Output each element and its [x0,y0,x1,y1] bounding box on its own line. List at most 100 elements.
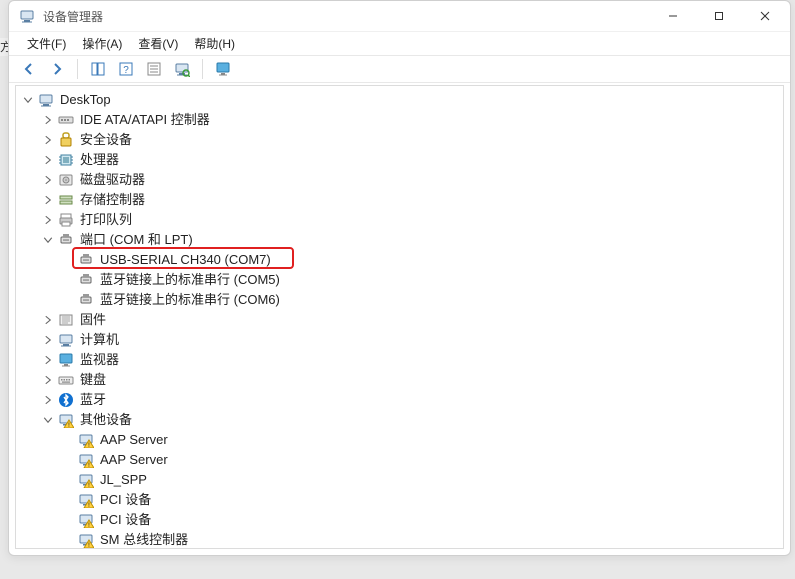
tree-item-label: 蓝牙 [80,390,114,410]
monitor-icon [58,352,74,368]
tree-item-label: DeskTop [60,90,119,110]
expand-toggle[interactable] [40,212,56,228]
toolbar-details-button[interactable] [142,58,166,80]
toolbar-show-hide-tree-button[interactable] [86,58,110,80]
tree-item-label: PCI 设备 [100,510,159,530]
firmware-icon [58,312,74,328]
tree-item-label: 打印队列 [80,210,140,230]
expand-toggle[interactable] [40,372,56,388]
port-icon [78,252,94,268]
tree-item-label: 安全设备 [80,130,140,150]
keyboard-icon [58,372,74,388]
tree-item[interactable]: DeskTop [16,90,783,110]
expand-toggle[interactable] [40,152,56,168]
tree-item-label: 磁盘驱动器 [80,170,153,190]
tree-item[interactable]: JL_SPP [16,470,783,490]
toolbar-scan-button[interactable] [170,58,194,80]
expand-toggle[interactable] [40,132,56,148]
expand-toggle[interactable] [40,112,56,128]
toolbar-separator [202,59,203,79]
tree-item[interactable]: PCI 设备 [16,490,783,510]
tree-item-label: 其他设备 [80,410,140,430]
tree-item[interactable]: 安全设备 [16,130,783,150]
expand-toggle[interactable] [40,232,56,248]
tree-item-label: AAP Server [100,430,176,450]
titlebar[interactable]: 设备管理器 [9,1,790,31]
menu-view[interactable]: 查看(V) [130,33,186,54]
tree-item[interactable]: 蓝牙链接上的标准串行 (COM6) [16,290,783,310]
tree-item-label: 蓝牙链接上的标准串行 (COM6) [100,290,288,310]
warn-icon [58,412,74,428]
ide-icon [58,112,74,128]
expand-toggle[interactable] [40,192,56,208]
tree-item[interactable]: 键盘 [16,370,783,390]
tree-item[interactable]: PCI 设备 [16,510,783,530]
toolbar-help-button[interactable]: ? [114,58,138,80]
tree-item[interactable]: AAP Server [16,450,783,470]
expand-toggle[interactable] [40,172,56,188]
expand-toggle[interactable] [20,92,36,108]
port-icon [78,292,94,308]
menu-help[interactable]: 帮助(H) [186,33,243,54]
device-manager-window: 设备管理器 文件(F) 操作(A) 查看(V) 帮助(H) ? DeskTop … [8,0,791,556]
app-icon [19,8,35,24]
tree-item-label: 固件 [80,310,114,330]
tree-item-label: USB-SERIAL CH340 (COM7) [100,250,279,270]
expand-toggle[interactable] [40,412,56,428]
close-button[interactable] [742,1,788,31]
tree-item-label: IDE ATA/ATAPI 控制器 [80,110,218,130]
storage-icon [58,192,74,208]
menu-action[interactable]: 操作(A) [74,33,130,54]
tree-item[interactable]: 打印队列 [16,210,783,230]
tree-item-label: 处理器 [80,150,127,170]
tree-item[interactable]: 处理器 [16,150,783,170]
taskbar-fragment [338,566,398,576]
warn-icon [78,432,94,448]
tree-item[interactable]: IDE ATA/ATAPI 控制器 [16,110,783,130]
computer-icon [58,332,74,348]
bluetooth-icon [58,392,74,408]
menu-file[interactable]: 文件(F) [19,33,74,54]
port-icon [78,272,94,288]
tree-item-label: 计算机 [80,330,127,350]
cpu-icon [58,152,74,168]
tree-item[interactable]: 存储控制器 [16,190,783,210]
warn-icon [78,472,94,488]
tree-item[interactable]: 端口 (COM 和 LPT) [16,230,783,250]
security-icon [58,132,74,148]
tree-item-label: AAP Server [100,450,176,470]
maximize-button[interactable] [696,1,742,31]
tree-item-label: 存储控制器 [80,190,153,210]
tree-item-label: SM 总线控制器 [100,530,196,549]
window-title: 设备管理器 [43,8,650,25]
toolbar-back-button[interactable] [17,58,41,80]
toolbar-monitor-button[interactable] [211,58,235,80]
tree-item[interactable]: SM 总线控制器 [16,530,783,549]
warn-icon [78,452,94,468]
toolbar-forward-button[interactable] [45,58,69,80]
tree-item-label: JL_SPP [100,470,155,490]
warn-icon [78,512,94,528]
tree-item-label: 端口 (COM 和 LPT) [80,230,201,250]
warn-icon [78,492,94,508]
tree-item[interactable]: USB-SERIAL CH340 (COM7) [16,250,783,270]
port-icon [58,232,74,248]
expand-toggle[interactable] [40,352,56,368]
expand-toggle[interactable] [40,392,56,408]
device-tree: DeskTop IDE ATA/ATAPI 控制器 安全设备 处理器 磁盘驱动器… [16,86,783,549]
tree-item-label: 键盘 [80,370,114,390]
expand-toggle[interactable] [40,312,56,328]
tree-item[interactable]: 蓝牙 [16,390,783,410]
tree-item[interactable]: 其他设备 [16,410,783,430]
tree-item[interactable]: 蓝牙链接上的标准串行 (COM5) [16,270,783,290]
menubar: 文件(F) 操作(A) 查看(V) 帮助(H) [9,31,790,55]
device-tree-pane[interactable]: DeskTop IDE ATA/ATAPI 控制器 安全设备 处理器 磁盘驱动器… [15,85,784,549]
tree-item[interactable]: 监视器 [16,350,783,370]
tree-item[interactable]: 磁盘驱动器 [16,170,783,190]
tree-item[interactable]: AAP Server [16,430,783,450]
tree-item-label: 监视器 [80,350,127,370]
tree-item[interactable]: 计算机 [16,330,783,350]
minimize-button[interactable] [650,1,696,31]
expand-toggle[interactable] [40,332,56,348]
tree-item[interactable]: 固件 [16,310,783,330]
